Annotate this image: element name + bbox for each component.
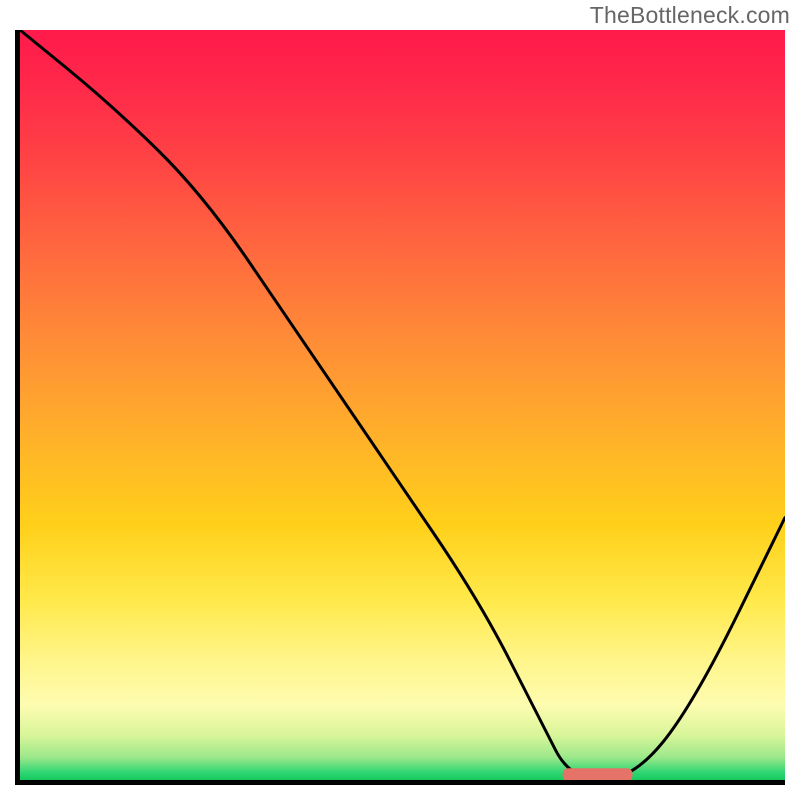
optimal-range-marker <box>563 769 632 780</box>
chart-container: TheBottleneck.com <box>0 0 800 800</box>
watermark-text: TheBottleneck.com <box>590 2 790 29</box>
bottleneck-curve <box>20 30 785 780</box>
chart-overlay <box>20 30 785 780</box>
plot-area <box>15 30 785 785</box>
